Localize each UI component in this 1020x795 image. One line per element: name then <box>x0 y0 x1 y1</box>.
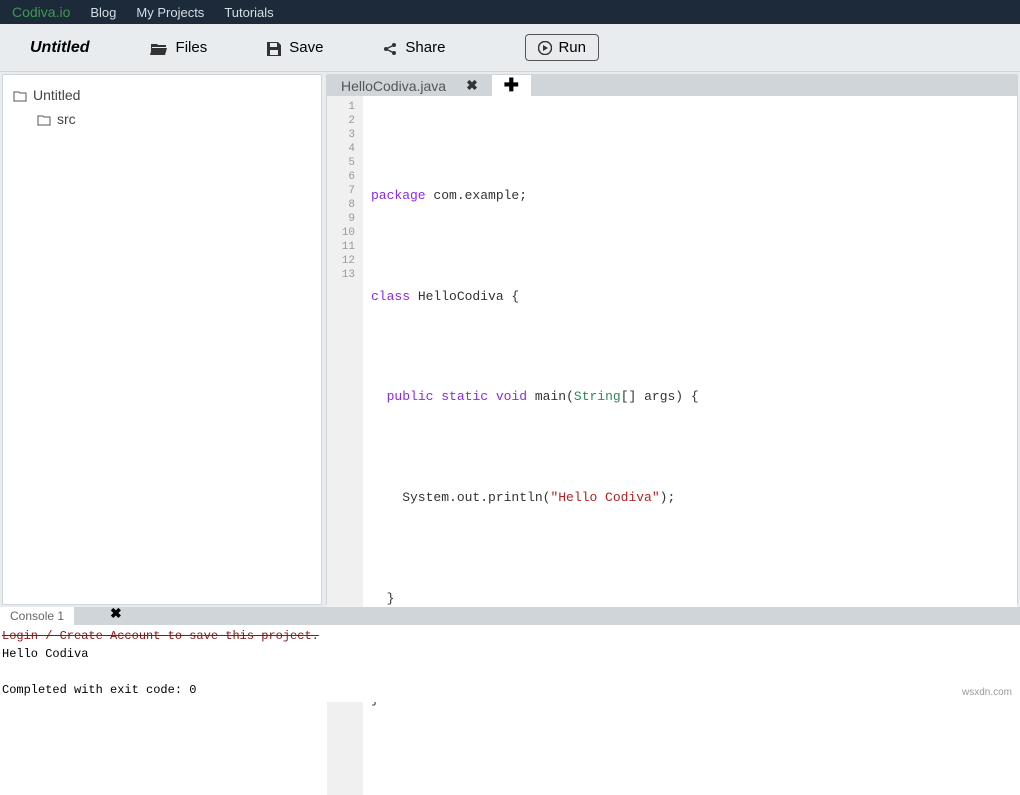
save-button[interactable]: Save <box>267 39 323 56</box>
top-nav: Codiva.io Blog My Projects Tutorials <box>0 0 1020 24</box>
console-exit: Completed with exit code: 0 <box>2 681 1018 699</box>
tree-root-label: Untitled <box>33 87 80 103</box>
tab-file[interactable]: HelloCodiva.java ✖ <box>327 75 492 96</box>
project-title[interactable]: Untitled <box>30 39 90 57</box>
play-icon <box>538 39 552 56</box>
tree-root[interactable]: Untitled <box>13 83 311 107</box>
console-tab[interactable]: Console 1 <box>0 607 74 625</box>
share-label: Share <box>405 39 445 56</box>
nav-my-projects[interactable]: My Projects <box>136 5 204 20</box>
editor-panel: HelloCodiva.java ✖ ✚ 12345678910111213 p… <box>326 74 1018 605</box>
tree-src-label: src <box>57 111 76 127</box>
files-button[interactable]: Files <box>150 39 208 56</box>
close-icon[interactable]: ✖ <box>466 77 478 94</box>
watermark: wsxdn.com <box>962 687 1012 698</box>
share-button[interactable]: Share <box>383 39 445 56</box>
save-label: Save <box>289 39 323 56</box>
close-icon[interactable]: ✖ <box>110 605 122 622</box>
brand-logo[interactable]: Codiva.io <box>12 4 70 20</box>
files-label: Files <box>176 39 208 56</box>
console-area: Console 1 ✖ Login / Create Account to sa… <box>0 607 1020 702</box>
share-icon <box>383 39 397 55</box>
login-message: Login / Create Account to save this proj… <box>2 627 1018 645</box>
nav-blog[interactable]: Blog <box>90 5 116 20</box>
run-label: Run <box>558 39 586 56</box>
folder-icon <box>13 87 27 103</box>
run-button[interactable]: Run <box>525 34 599 61</box>
tree-src[interactable]: src <box>13 107 311 131</box>
console-line: Hello Codiva <box>2 645 1018 663</box>
console-tab-bar: Console 1 ✖ <box>0 607 1020 625</box>
console-output: Login / Create Account to save this proj… <box>0 625 1020 701</box>
toolbar: Untitled Files Save Share Run <box>0 24 1020 72</box>
tab-bar: HelloCodiva.java ✖ ✚ <box>327 75 1017 96</box>
save-icon <box>267 39 281 55</box>
nav-tutorials[interactable]: Tutorials <box>224 5 273 20</box>
tab-add-button[interactable]: ✚ <box>492 75 532 96</box>
file-tree: Untitled src <box>2 74 322 605</box>
tab-label: HelloCodiva.java <box>341 78 446 94</box>
folder-icon <box>37 111 51 127</box>
folder-open-icon <box>150 39 168 55</box>
